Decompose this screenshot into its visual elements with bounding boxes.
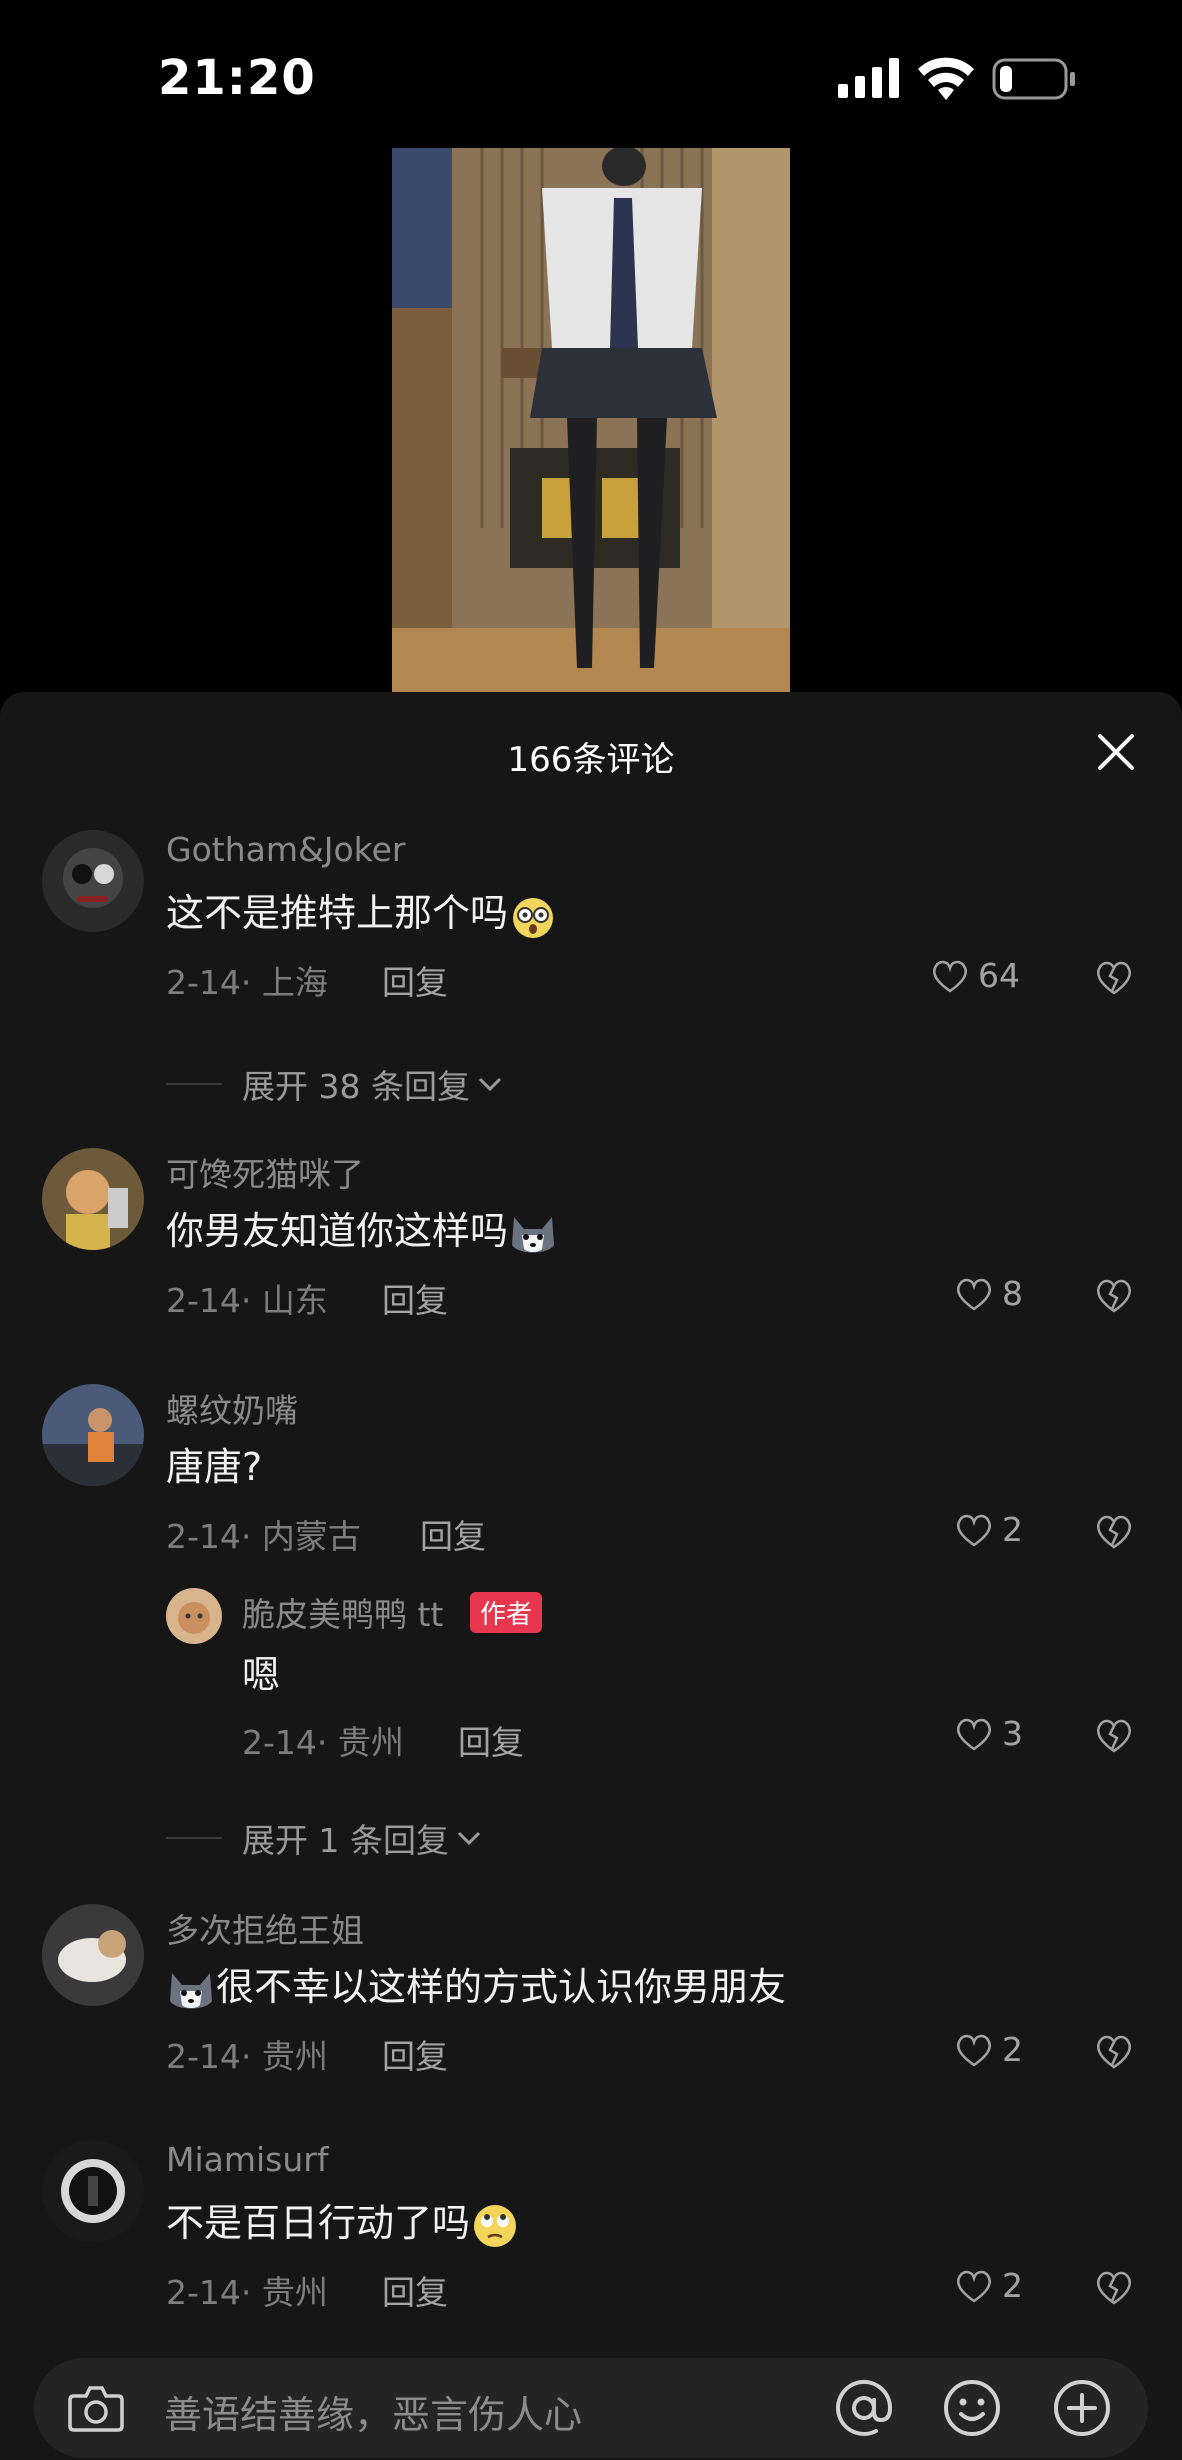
comment-username[interactable]: 多次拒绝王姐 <box>166 1904 364 1952</box>
reply-button[interactable]: 回复 <box>420 1510 486 1558</box>
dislike-icon[interactable] <box>1094 958 1134 996</box>
comment-meta: 2-14· 贵州 <box>166 2273 328 2312</box>
expand-replies-button[interactable]: 展开 1 条回复 <box>166 1814 483 1862</box>
reply-text: 嗯 <box>242 1653 281 1697</box>
dislike-icon[interactable] <box>1094 1512 1134 1550</box>
husky-emoji <box>512 1216 555 1252</box>
comment-username[interactable]: Miamisurf <box>166 2140 328 2179</box>
camera-icon[interactable] <box>68 2382 124 2434</box>
like-count: 64 <box>978 956 1020 995</box>
status-time: 21:20 <box>158 50 316 106</box>
comment-text-content: 很不幸以这样的方式认识你男朋友 <box>216 1965 787 2009</box>
avatar[interactable] <box>42 830 144 932</box>
video-thumbnail[interactable] <box>392 148 790 693</box>
comments-count-title: 166条评论 <box>507 740 675 780</box>
comment-meta: 2-14· 上海 <box>166 963 328 1002</box>
reply-button[interactable]: 回复 <box>382 1274 448 1322</box>
expand-replies-button[interactable]: 展开 38 条回复 <box>166 1060 504 1108</box>
reply-meta: 2-14· 贵州 <box>242 1723 404 1762</box>
heart-icon <box>933 960 967 993</box>
chevron-down-icon <box>478 1077 502 1092</box>
comment-username[interactable]: 螺纹奶嘴 <box>166 1384 298 1432</box>
heart-icon <box>957 1718 991 1751</box>
husky-emoji <box>170 1972 212 2008</box>
wifi-icon <box>918 57 974 100</box>
at-icon[interactable] <box>834 2378 894 2438</box>
comments-sheet: 166条评论 Gotham&Joker 这不是推特上那个吗 2-14· 上海 回… <box>0 692 1182 2460</box>
dislike-icon[interactable] <box>1094 2268 1134 2306</box>
heart-icon <box>957 1514 991 1547</box>
avatar[interactable] <box>42 2140 144 2242</box>
like-button[interactable]: 64 <box>930 956 1020 995</box>
like-count: 2 <box>1002 2266 1023 2305</box>
like-button[interactable]: 3 <box>954 1714 1023 1753</box>
comment-input[interactable]: 善语结善缘，恶言伤人心 <box>164 2384 582 2439</box>
divider-line <box>166 1083 222 1085</box>
comment-input-bar[interactable]: 善语结善缘，恶言伤人心 <box>34 2358 1148 2458</box>
avatar[interactable] <box>42 1384 144 1486</box>
like-button[interactable]: 2 <box>954 2030 1023 2069</box>
like-count: 2 <box>1002 1510 1023 1549</box>
reply-button[interactable]: 回复 <box>382 956 448 1004</box>
status-bar: 21:20 <box>0 0 1182 150</box>
comment-text: 不是百日行动了吗 <box>166 2192 520 2251</box>
like-count: 3 <box>1002 1714 1023 1753</box>
heart-icon <box>957 1278 991 1311</box>
chevron-down-icon <box>457 1831 481 1846</box>
reply-button[interactable]: 回复 <box>458 1716 524 1764</box>
comment-username[interactable]: 可馋死猫咪了 <box>166 1148 364 1196</box>
emoji-icon[interactable] <box>942 2378 1002 2438</box>
comment-text: 这不是推特上那个吗 <box>166 882 558 941</box>
dislike-icon[interactable] <box>1094 1276 1134 1314</box>
expand-replies-label: 展开 38 条回复 <box>242 1067 470 1106</box>
heart-icon <box>957 2270 991 2303</box>
close-icon[interactable] <box>1092 728 1140 776</box>
reply-button[interactable]: 回复 <box>382 2266 448 2314</box>
like-button[interactable]: 8 <box>954 1274 1023 1313</box>
video-frame-image <box>392 148 790 693</box>
comment-text: 你男友知道你这样吗 <box>166 1200 558 1259</box>
like-button[interactable]: 2 <box>954 2266 1023 2305</box>
avatar[interactable] <box>42 1904 144 2006</box>
avatar[interactable] <box>166 1588 222 1644</box>
comment-meta: 2-14· 山东 <box>166 1281 328 1320</box>
comment-text-content: 不是百日行动了吗 <box>166 2201 471 2245</box>
plus-icon[interactable] <box>1052 2378 1112 2438</box>
author-badge: 作者 <box>470 1592 543 1633</box>
dizzy-face-emoji <box>513 897 554 938</box>
expand-replies-label: 展开 1 条回复 <box>242 1821 449 1860</box>
divider-line <box>166 1837 222 1839</box>
dislike-icon[interactable] <box>1094 1716 1134 1754</box>
reply-button[interactable]: 回复 <box>382 2030 448 2078</box>
battery-icon <box>992 58 1075 100</box>
like-count: 2 <box>1002 2030 1023 2069</box>
comment-meta: 2-14· 贵州 <box>166 2037 328 2076</box>
cellular-signal-icon <box>838 58 899 98</box>
comment-text-content: 这不是推特上那个吗 <box>166 891 509 935</box>
comment-username[interactable]: Gotham&Joker <box>166 830 405 869</box>
comment-text-content: 你男友知道你这样吗 <box>166 1209 509 1253</box>
like-count: 8 <box>1002 1274 1023 1313</box>
reply-username[interactable]: 脆皮美鸭鸭 tt <box>242 1588 443 1636</box>
heart-icon <box>957 2034 991 2067</box>
dislike-icon[interactable] <box>1094 2032 1134 2070</box>
like-button[interactable]: 2 <box>954 1510 1023 1549</box>
comment-text: 很不幸以这样的方式认识你男朋友 <box>166 1956 786 2015</box>
avatar[interactable] <box>42 1148 144 1250</box>
comment-text: 唐唐? <box>166 1445 263 1489</box>
comment-meta: 2-14· 内蒙古 <box>166 1517 361 1556</box>
eye-roll-emoji <box>474 2204 517 2247</box>
